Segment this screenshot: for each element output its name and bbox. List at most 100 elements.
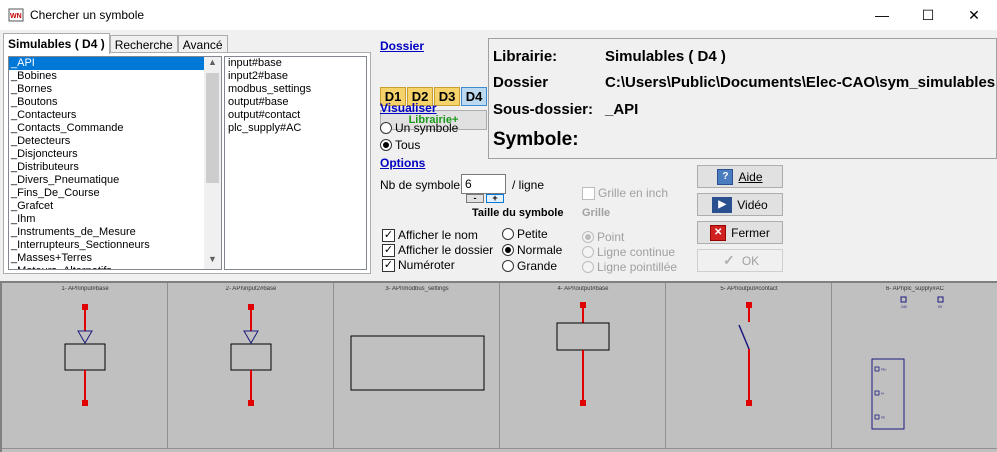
symbol-item[interactable]: output#contact bbox=[225, 109, 366, 122]
increment-button[interactable]: + bbox=[486, 194, 504, 203]
category-item[interactable]: _Boutons bbox=[9, 96, 221, 109]
category-item[interactable]: _Bornes bbox=[9, 83, 221, 96]
terminal-top bbox=[746, 302, 752, 308]
symbol-preview-area[interactable]: 1- API\input#base 2- API\input2#base 3- AP… bbox=[0, 281, 997, 452]
tab-recherche[interactable]: Recherche bbox=[109, 35, 178, 53]
category-item[interactable]: _Ihm bbox=[9, 213, 221, 226]
radio-label: Un symbole bbox=[395, 121, 459, 135]
preview-cell[interactable]: 6- API\plc_supply#AC 24V 0V PE+ M- PE bbox=[832, 283, 997, 448]
help-icon: ? bbox=[717, 168, 734, 185]
visualiser-heading: Visualiser bbox=[380, 101, 437, 115]
category-list[interactable]: _API _Bobines _Bornes _Boutons _Contacteurs _… bbox=[8, 56, 222, 270]
radio-normale[interactable]: Normale bbox=[502, 243, 562, 257]
supply-terminal-label: 24V bbox=[901, 305, 908, 309]
close-x-icon: ✕ bbox=[710, 224, 727, 241]
supply-pin-icon bbox=[874, 390, 880, 396]
symbol-item[interactable]: modbus_settings bbox=[225, 83, 366, 96]
symbol-item[interactable]: input#base bbox=[225, 57, 366, 70]
ok-button[interactable]: ✓ OK bbox=[697, 249, 783, 272]
radio-label: Ligne continue bbox=[597, 245, 676, 259]
radio-tous[interactable]: Tous bbox=[380, 138, 420, 152]
checkbox-afficher-dossier[interactable]: ✓ Afficher le dossier bbox=[382, 243, 493, 257]
symbol-body bbox=[556, 322, 610, 351]
checkbox-grille-inch[interactable]: Grille en inch bbox=[582, 186, 668, 200]
category-item[interactable]: _Contacteurs bbox=[9, 109, 221, 122]
tab-avance[interactable]: Avancé bbox=[177, 35, 228, 53]
category-item[interactable]: _Instruments_de_Mesure bbox=[9, 226, 221, 239]
scroll-down-icon[interactable]: ▼ bbox=[204, 254, 221, 269]
d4-button[interactable]: D4 bbox=[461, 87, 487, 106]
radio-point[interactable]: Point bbox=[582, 230, 624, 244]
radio-grande[interactable]: Grande bbox=[502, 259, 557, 273]
checkbox-check-icon: ✓ bbox=[382, 228, 395, 242]
video-button[interactable]: ▶ Vidéo bbox=[697, 193, 783, 216]
radio-ligne-continue[interactable]: Ligne continue bbox=[582, 245, 675, 259]
preview-cell[interactable]: 3- API\modbus_settings bbox=[334, 283, 500, 448]
radio-ligne-pointillee[interactable]: Ligne pointillée bbox=[582, 260, 677, 274]
modbus-box bbox=[350, 335, 485, 391]
librairie-value: Simulables ( D4 ) bbox=[605, 48, 726, 65]
category-item[interactable]: _Interrupteurs_Sectionneurs bbox=[9, 239, 221, 252]
scroll-thumb[interactable] bbox=[206, 73, 219, 183]
maximize-button[interactable]: ☐ bbox=[905, 0, 951, 30]
preview-cell[interactable]: 1- API\input#base bbox=[2, 283, 168, 448]
terminal-bottom bbox=[82, 400, 88, 406]
checkbox-box bbox=[582, 186, 595, 200]
radio-un-symbole[interactable]: Un symbole bbox=[380, 121, 458, 135]
svg-text:WN: WN bbox=[10, 13, 22, 20]
category-item[interactable]: _Divers_Pneumatique bbox=[9, 174, 221, 187]
symbol-item[interactable]: input2#base bbox=[225, 70, 366, 83]
terminal-top bbox=[82, 304, 88, 310]
decrement-button[interactable]: - bbox=[466, 194, 484, 203]
supply-body bbox=[871, 358, 905, 430]
checkbox-afficher-nom[interactable]: ✓ Afficher le nom bbox=[382, 228, 478, 242]
symbol-count-input[interactable]: 6 bbox=[461, 174, 506, 194]
supply-pin-label: PE+ bbox=[881, 368, 887, 372]
category-items: _API _Bobines _Bornes _Boutons _Contacteurs _… bbox=[9, 57, 221, 269]
aide-button[interactable]: ? Aide bbox=[697, 165, 783, 188]
dialog-body: Simulables ( D4 ) Recherche Avancé _API _… bbox=[0, 30, 997, 452]
category-item[interactable]: _Masses+Terres bbox=[9, 252, 221, 265]
supply-pin-icon bbox=[874, 366, 880, 372]
tab-simulables[interactable]: Simulables ( D4 ) bbox=[3, 33, 110, 54]
supply-pin-label: M- bbox=[881, 392, 885, 396]
category-item[interactable]: _Distributeurs bbox=[9, 161, 221, 174]
symbol-item[interactable]: plc_supply#AC bbox=[225, 122, 366, 135]
checkbox-numeroter[interactable]: ✓ Numéroter bbox=[382, 258, 455, 272]
close-button[interactable]: ✕ bbox=[951, 0, 997, 30]
symbole-label: Symbole: bbox=[493, 129, 579, 150]
preview-cell[interactable]: 2- API\input2#base bbox=[168, 283, 334, 448]
radio-label: Grande bbox=[517, 259, 558, 273]
category-scrollbar[interactable]: ▲ ▼ bbox=[204, 57, 221, 269]
category-item[interactable]: _API bbox=[9, 57, 221, 70]
scroll-up-icon[interactable]: ▲ bbox=[204, 57, 221, 72]
supply-terminal-label: 0V bbox=[938, 305, 943, 309]
category-item[interactable]: _Moteurs_Alternatifs bbox=[9, 265, 221, 269]
category-item[interactable]: _Bobines bbox=[9, 70, 221, 83]
contact-blade bbox=[738, 324, 750, 350]
category-item[interactable]: _Grafcet bbox=[9, 200, 221, 213]
radio-label: Point bbox=[597, 230, 625, 244]
radio-circle bbox=[380, 139, 392, 151]
count-label: Nb de symbole : bbox=[380, 178, 467, 192]
d3-button[interactable]: D3 bbox=[434, 87, 460, 106]
ok-label: OK bbox=[741, 253, 760, 268]
symbol-list[interactable]: input#base input2#base modbus_settings outp… bbox=[224, 56, 367, 270]
sous-dossier-value: _API bbox=[605, 101, 639, 118]
radio-petite[interactable]: Petite bbox=[502, 227, 548, 241]
category-item[interactable]: _Disjoncteurs bbox=[9, 148, 221, 161]
fermer-button[interactable]: ✕ Fermer bbox=[697, 221, 783, 244]
category-item[interactable]: _Contacts_Commande bbox=[9, 122, 221, 135]
symbol-drawing bbox=[64, 304, 106, 406]
aide-label: Aide bbox=[738, 169, 763, 184]
category-item[interactable]: _Detecteurs bbox=[9, 135, 221, 148]
symbol-item[interactable]: output#base bbox=[225, 96, 366, 109]
preview-cell[interactable]: 4- API\output#base bbox=[500, 283, 666, 448]
category-item[interactable]: _Fins_De_Course bbox=[9, 187, 221, 200]
fermer-label: Fermer bbox=[731, 225, 770, 240]
preview-cell[interactable]: 5- API\output#contact bbox=[666, 283, 832, 448]
terminal-bottom bbox=[580, 400, 586, 406]
video-label: Vidéo bbox=[737, 197, 768, 212]
supply-terminal-icon bbox=[937, 296, 944, 303]
minimize-button[interactable]: — bbox=[859, 0, 905, 30]
